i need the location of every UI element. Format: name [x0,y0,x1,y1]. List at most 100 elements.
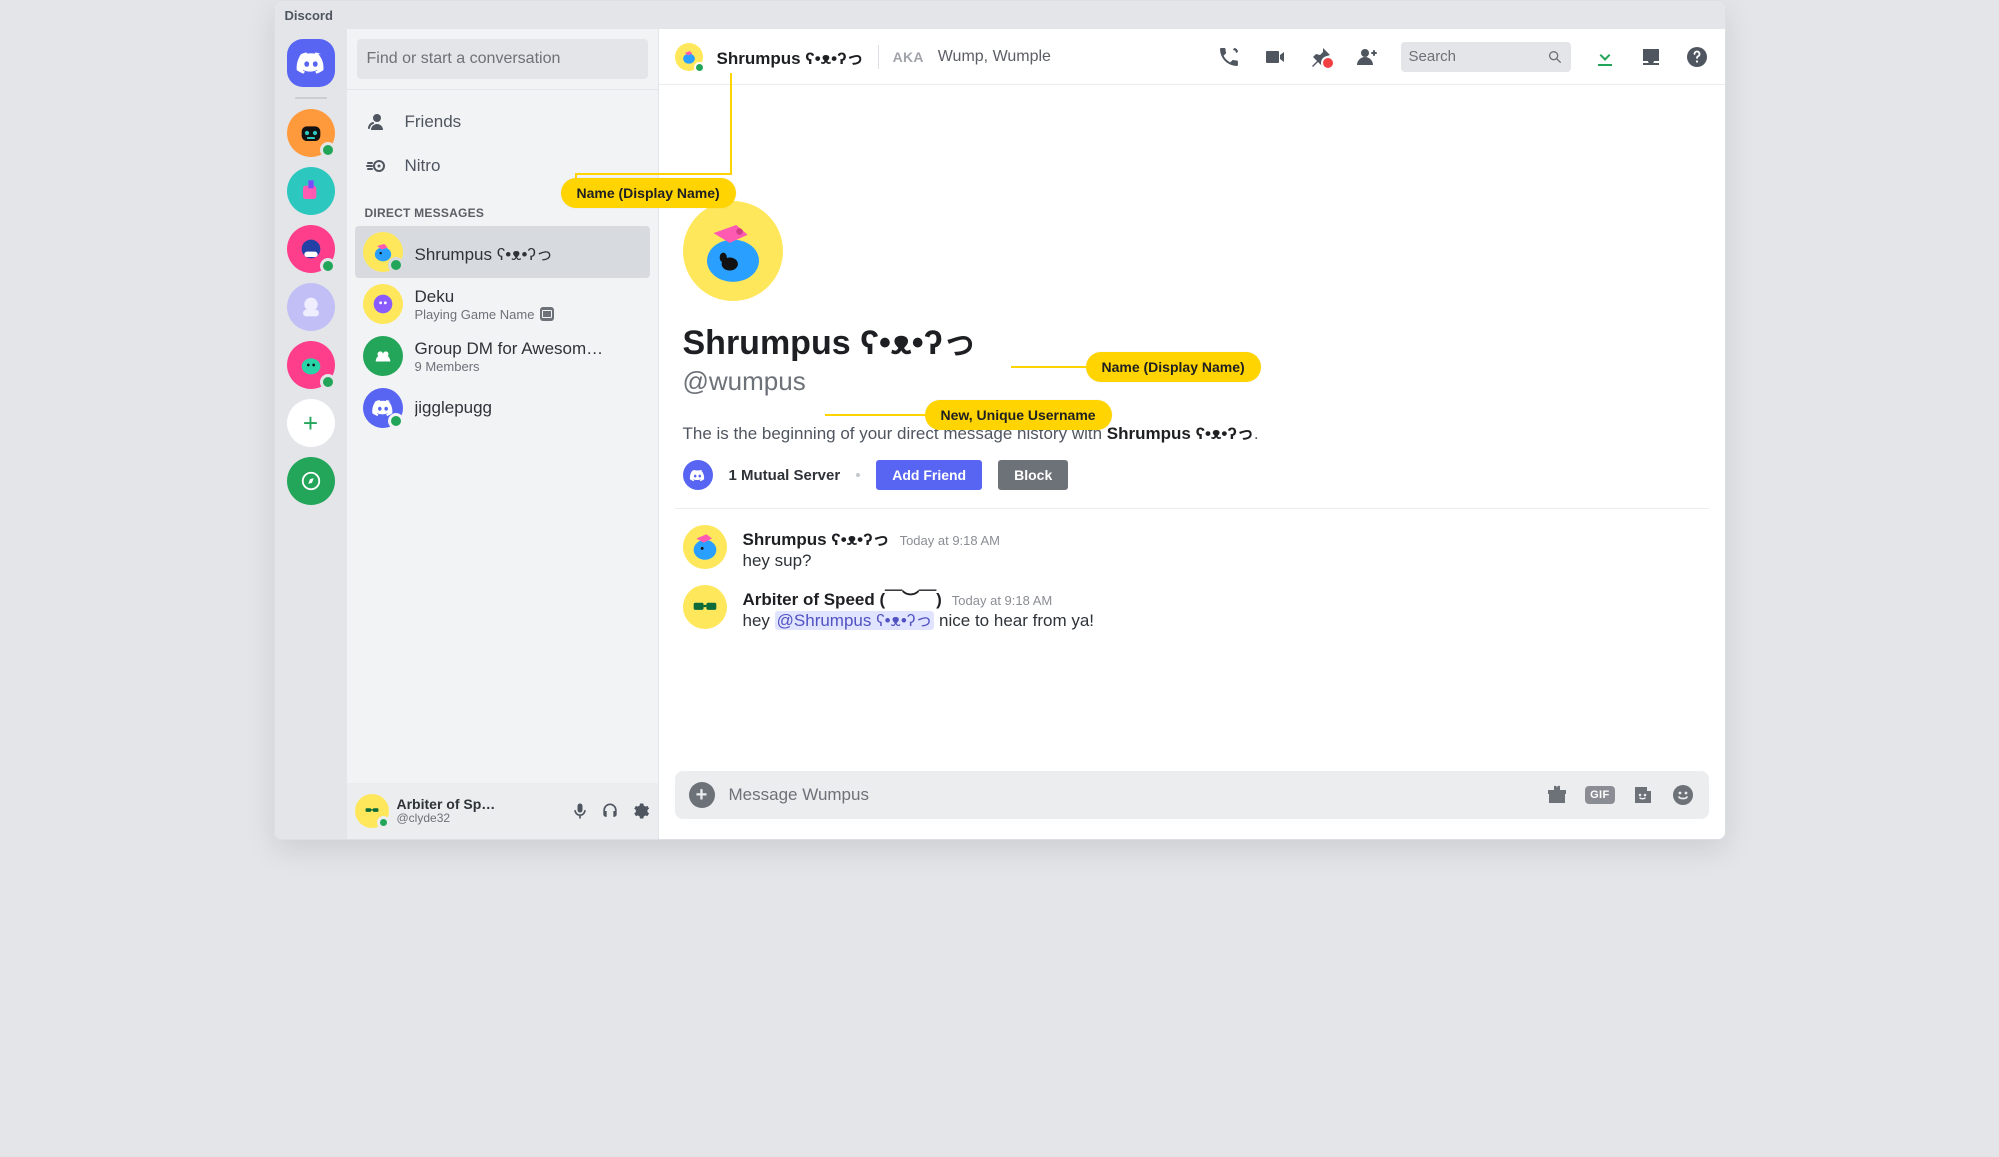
dm-subtext: Playing Game Name [415,307,535,322]
dm-name: Group DM for Awesom… [415,339,604,359]
server-avatar-icon [295,175,327,207]
avatar [363,336,403,376]
server-item[interactable] [287,167,335,215]
status-online-icon [320,374,336,390]
message-composer[interactable]: + Message Wumpus GIF [675,771,1709,819]
discord-logo-icon [689,467,706,484]
dm-item-group[interactable]: Group DM for Awesom… 9 Members [355,330,650,382]
voice-call-icon[interactable] [1217,45,1241,69]
inbox-icon[interactable] [1639,45,1663,69]
add-friend-button[interactable]: Add Friend [876,460,982,490]
server-avatar-icon [295,291,327,323]
message-avatar[interactable] [683,585,727,629]
plus-icon: + [303,408,318,439]
dm-subtext: 9 Members [415,359,480,374]
mutual-server-badge[interactable] [683,460,713,490]
gear-icon[interactable] [630,801,650,821]
search-placeholder: Search [1409,48,1457,65]
avatar-icon [369,290,397,318]
message-text-part: nice to hear from ya! [934,611,1094,630]
user-panel: Arbiter of Sp… @clyde32 [347,783,658,839]
help-icon[interactable] [1685,45,1709,69]
nav-friends[interactable]: Friends [355,100,650,144]
message-text: hey @Shrumpus ʕ•ᴥ•ʔっ nice to hear from y… [743,610,1095,633]
chat-main: Shrumpus ʕ•ᴥ•ʔっ AKA Wump, Wumple Search [659,29,1725,839]
message: Shrumpus ʕ•ᴥ•ʔっToday at 9:18 AM hey sup? [675,521,1709,581]
status-online-icon [694,62,705,73]
dm-item-jigglepugg[interactable]: jigglepugg [355,382,650,434]
wumpus-avatar-icon [694,212,772,290]
server-item[interactable] [287,341,335,389]
add-server-button[interactable]: + [287,399,335,447]
headphones-icon[interactable] [600,801,620,821]
discord-logo-icon [295,47,327,79]
download-icon[interactable] [1593,45,1617,69]
home-button[interactable] [287,39,335,87]
annotation-callout: Name (Display Name) [561,178,736,208]
dm-profile-block: Shrumpus ʕ•ᴥ•ʔっ @wumpus The is the begin… [675,101,1709,509]
add-friend-icon[interactable] [1355,45,1379,69]
annotation-lead [730,73,732,173]
nav-friends-label: Friends [405,112,462,132]
pinned-messages-button[interactable] [1309,45,1333,69]
dm-name: jigglepugg [415,398,493,418]
nav-nitro-label: Nitro [405,156,441,176]
video-call-icon[interactable] [1263,45,1287,69]
dm-sidebar: Find or start a conversation Friends Nit… [347,29,659,839]
search-input[interactable]: Search [1401,42,1571,72]
explore-servers-button[interactable] [287,457,335,505]
message: Arbiter of Speed (￣︶￣)Today at 9:18 AM h… [675,581,1709,641]
mic-icon[interactable] [570,801,590,821]
group-icon [372,345,394,367]
message-timestamp: Today at 9:18 AM [900,533,1000,548]
rich-presence-icon [540,307,554,321]
message-author[interactable]: Arbiter of Speed (￣︶￣) [743,585,942,610]
title-bar: Discord [275,1,1725,29]
avatar [363,284,403,324]
header-avatar [675,43,703,71]
block-button[interactable]: Block [998,460,1068,490]
server-item[interactable] [287,225,335,273]
dm-item-shrumpus[interactable]: Shrumpus ʕ•ᴥ•ʔっ [355,226,650,278]
avatar [363,232,403,272]
server-item[interactable] [287,283,335,331]
chat-title: Shrumpus ʕ•ᴥ•ʔっ [717,44,864,69]
plus-icon: + [696,784,708,807]
self-display-name: Arbiter of Sp… [397,796,562,812]
annotation-lead [575,173,732,175]
status-online-icon [388,413,404,429]
app-title: Discord [285,8,333,23]
message-author[interactable]: Shrumpus ʕ•ᴥ•ʔっ [743,525,890,550]
history-suffix: . [1254,424,1259,443]
find-conversation-input[interactable]: Find or start a conversation [357,39,648,79]
message-avatar[interactable] [683,525,727,569]
annotation-lead [825,414,925,416]
status-online-icon [388,257,404,273]
divider [878,45,879,69]
server-item[interactable] [287,109,335,157]
emoji-icon[interactable] [1671,783,1695,807]
dm-item-deku[interactable]: Deku Playing Game Name [355,278,650,330]
search-icon [1547,49,1563,65]
gif-button[interactable]: GIF [1585,786,1614,804]
annotation-callout: Name (Display Name) [1086,352,1261,382]
profile-avatar [683,201,783,301]
history-name: Shrumpus ʕ•ᴥ•ʔっ [1107,424,1254,443]
aka-names: Wump, Wumple [938,48,1051,66]
separator-dot [856,473,860,477]
annotation-callout: New, Unique Username [925,400,1112,430]
history-line: The is the beginning of your direct mess… [683,419,1701,444]
annotation-lead [1011,366,1086,368]
chat-header: Shrumpus ʕ•ᴥ•ʔっ AKA Wump, Wumple Search [659,29,1725,85]
compass-icon [300,470,322,492]
mention[interactable]: @Shrumpus ʕ•ᴥ•ʔっ [775,611,935,630]
mutual-server-text[interactable]: 1 Mutual Server [729,467,841,484]
composer-placeholder: Message Wumpus [729,785,869,805]
gift-icon[interactable] [1545,783,1569,807]
status-online-icon [377,816,390,829]
server-separator [295,97,327,99]
attach-button[interactable]: + [689,782,715,808]
sticker-icon[interactable] [1631,783,1655,807]
status-online-icon [320,258,336,274]
self-avatar[interactable] [355,794,389,828]
